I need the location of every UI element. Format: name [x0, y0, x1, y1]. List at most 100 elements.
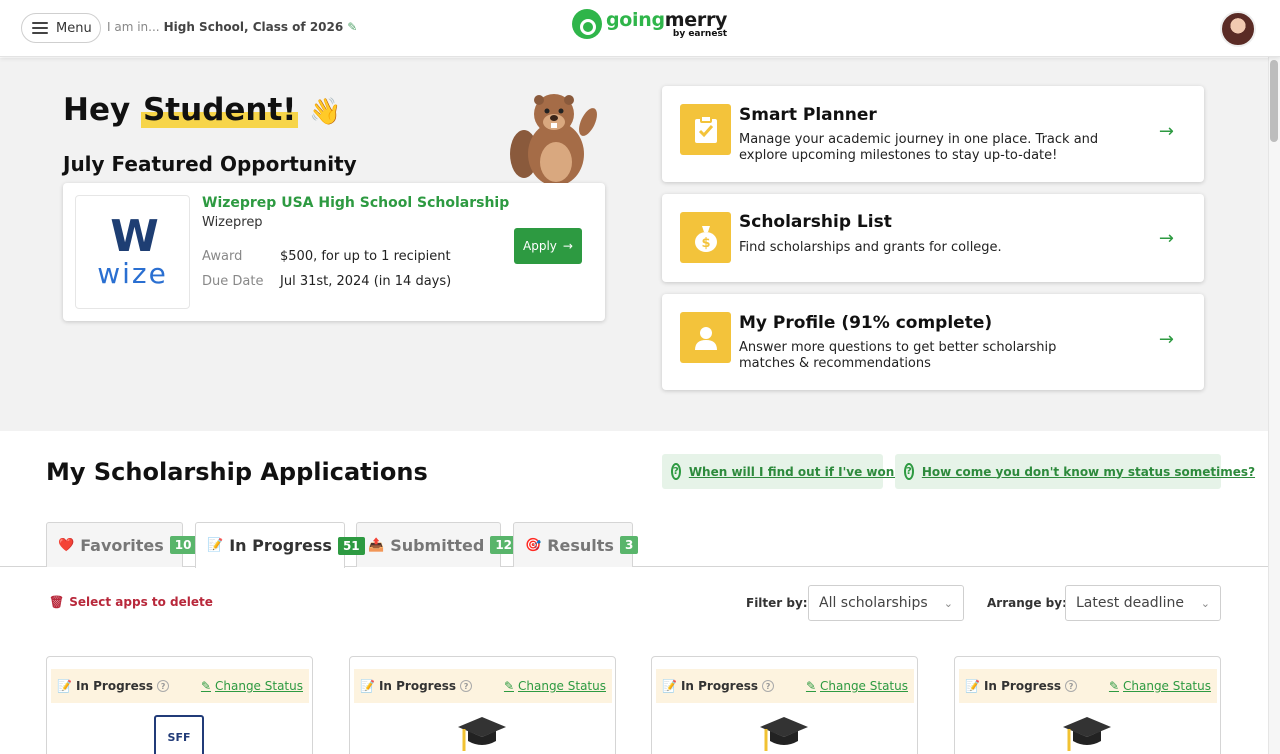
memo-icon: 📝 [57, 679, 72, 693]
trash-icon: 🗑 [49, 595, 65, 609]
memo-icon: 📝 [965, 679, 980, 693]
filter-select[interactable]: All scholarships ⌄ [808, 585, 964, 621]
change-status-link[interactable]: ✎ Change Status [806, 679, 908, 693]
tab-label: Submitted [390, 535, 485, 555]
application-card[interactable]: 📝 In Progress? ✎ Change Status [349, 656, 616, 754]
logo-merry: merry [664, 9, 728, 31]
my-profile-card[interactable]: My Profile (91% complete) Answer more qu… [662, 294, 1204, 390]
pencil-icon[interactable]: ✎ [347, 20, 357, 34]
arrow-right-icon[interactable]: → [1159, 121, 1174, 142]
opportunity-title[interactable]: Wizeprep USA High School Scholarship [202, 195, 509, 211]
wize-logo: W wize [75, 195, 190, 309]
menu-button[interactable]: Menu [21, 13, 101, 43]
application-card-header: 📝 In Progress? ✎ Change Status [656, 669, 914, 703]
arrow-right-icon[interactable]: → [1159, 329, 1174, 350]
award-value: $500, for up to 1 recipient [280, 249, 451, 264]
grade-prefix: I am in... [107, 20, 160, 34]
wave-icon: 👋 [309, 97, 342, 127]
tab-results[interactable]: 🎯 Results 3 [513, 522, 639, 567]
change-status-link[interactable]: ✎ Change Status [1109, 679, 1211, 693]
faq-text: When will I find out if I've won? [688, 464, 902, 479]
card-title: Scholarship List [739, 212, 892, 232]
wize-word: wize [97, 257, 168, 290]
memo-icon: 📝 [662, 679, 677, 693]
top-bar: Menu I am in... High School, Class of 20… [0, 0, 1280, 57]
arrange-value: Latest deadline [1076, 595, 1184, 611]
tabs-divider [0, 566, 1268, 567]
tab-count: 10 [169, 536, 197, 554]
help-icon[interactable]: ? [1065, 680, 1078, 692]
tab-submitted[interactable]: 📤 Submitted 12 [356, 522, 518, 567]
graduation-cap-icon [758, 715, 810, 754]
greeting: Hey Student! 👋 [63, 92, 342, 128]
scholarship-list-card[interactable]: $ Scholarship List Find scholarships and… [662, 194, 1204, 282]
tab-in-progress[interactable]: 📝 In Progress 51 [195, 522, 365, 568]
menu-label: Menu [56, 20, 92, 36]
delete-label: Select apps to delete [69, 595, 213, 609]
money-bag-icon: $ [680, 212, 731, 263]
featured-opportunity-card[interactable]: W wize Wizeprep USA High School Scholars… [63, 183, 605, 321]
graduation-cap-icon [456, 715, 508, 754]
tab-label: Favorites [80, 535, 164, 555]
application-card-header: 📝 In Progress? ✎ Change Status [354, 669, 612, 703]
arrow-right-icon[interactable]: → [1159, 228, 1174, 249]
grade-selector[interactable]: I am in... High School, Class of 2026 ✎ [107, 20, 357, 34]
select-delete-button[interactable]: 🗑 Select apps to delete [49, 595, 213, 609]
scrollbar-track[interactable] [1268, 57, 1280, 754]
status-label: In Progress [378, 679, 457, 693]
faq-link-won[interactable]: ? When will I find out if I've won? [662, 454, 901, 489]
memo-icon: 📝 [207, 538, 224, 553]
going-merry-logo[interactable]: goingmerry by earnest [572, 9, 727, 39]
change-status-label: Change Status [820, 679, 908, 693]
question-icon: ? [904, 463, 914, 480]
award-row: Award $500, for up to 1 recipient [202, 249, 451, 264]
key-logo-icon [572, 9, 602, 39]
memo-icon: 📝 [360, 679, 375, 693]
application-card[interactable]: 📝 In Progress? ✎ Change Status SFF [46, 656, 313, 754]
clipboard-check-icon [680, 104, 731, 155]
tab-label: Results [547, 535, 614, 555]
change-status-label: Change Status [518, 679, 606, 693]
question-icon: ? [671, 463, 681, 480]
greeting-name: Student! [140, 92, 299, 128]
apply-button[interactable]: Apply → [514, 228, 582, 264]
sff-logo: SFF [154, 715, 204, 754]
scrollbar-thumb[interactable] [1270, 60, 1278, 142]
filter-value: All scholarships [819, 595, 928, 611]
tab-favorites[interactable]: ❤️ Favorites 10 [46, 522, 197, 567]
heart-icon: ❤️ [58, 537, 75, 553]
card-desc: Manage your academic journey in one plac… [739, 132, 1099, 163]
help-icon[interactable]: ? [762, 680, 775, 692]
apply-label: Apply [523, 239, 557, 253]
featured-title: July Featured Opportunity [63, 152, 357, 176]
award-label: Award [202, 249, 243, 264]
change-status-link[interactable]: ✎ Change Status [201, 679, 303, 693]
application-card[interactable]: 📝 In Progress? ✎ Change Status [651, 656, 918, 754]
avatar[interactable] [1220, 11, 1256, 47]
opportunity-org: Wizeprep [202, 215, 263, 230]
change-status-label: Change Status [1123, 679, 1211, 693]
svg-text:$: $ [701, 236, 710, 251]
change-status-label: Change Status [215, 679, 303, 693]
smart-planner-card[interactable]: Smart Planner Manage your academic journ… [662, 86, 1204, 182]
arrange-label: Arrange by: [987, 596, 1067, 610]
grade-value: High School, Class of 2026 [163, 20, 344, 34]
due-row: Due Date Jul 31st, 2024 (in 14 days) [202, 274, 451, 289]
arrange-select[interactable]: Latest deadline ⌄ [1065, 585, 1221, 621]
card-title: Smart Planner [739, 105, 877, 125]
help-icon[interactable]: ? [157, 680, 170, 692]
pencil-icon: ✎ [503, 679, 514, 693]
chevron-down-icon: ⌄ [943, 596, 953, 610]
change-status-link[interactable]: ✎ Change Status [504, 679, 606, 693]
help-icon[interactable]: ? [460, 680, 473, 692]
faq-link-status[interactable]: ? How come you don't know my status some… [895, 454, 1255, 489]
application-card[interactable]: 📝 In Progress? ✎ Change Status [954, 656, 1221, 754]
status-label: In Progress [75, 679, 154, 693]
tab-label: In Progress [229, 536, 332, 555]
hamburger-icon [32, 22, 48, 34]
chevron-down-icon: ⌄ [1200, 596, 1210, 610]
user-icon [680, 312, 731, 363]
pencil-icon: ✎ [805, 679, 816, 693]
wize-mark: W [110, 211, 159, 262]
beaver-mascot-icon [510, 94, 597, 184]
